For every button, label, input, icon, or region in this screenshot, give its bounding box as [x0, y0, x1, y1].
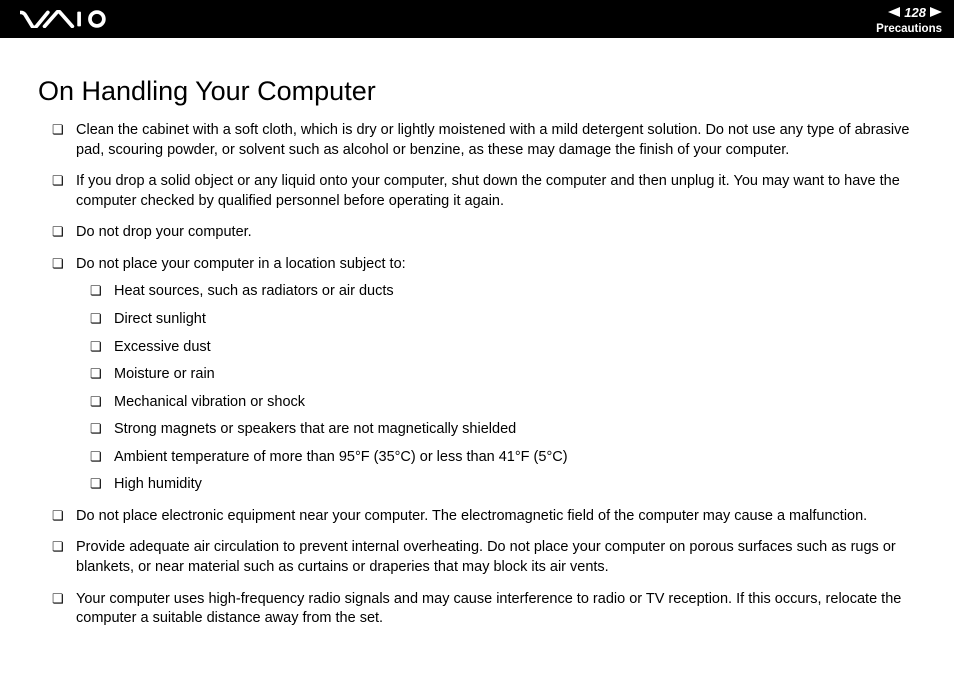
page-content: On Handling Your Computer Clean the cabi…	[0, 38, 954, 629]
sub-list-item: Excessive dust	[90, 338, 916, 358]
list-item-text: Do not drop your computer.	[76, 224, 252, 240]
sub-list-item: Direct sunlight	[90, 310, 916, 330]
list-item: Provide adequate air circulation to prev…	[52, 538, 916, 577]
list-item-text: Provide adequate air circulation to prev…	[76, 539, 896, 575]
sub-list-item: High humidity	[90, 475, 916, 495]
list-item: Do not drop your computer.	[52, 223, 916, 243]
list-item: Do not place your computer in a location…	[52, 255, 916, 495]
sub-list-item: Strong magnets or speakers that are not …	[90, 420, 916, 440]
sub-list-item: Mechanical vibration or shock	[90, 393, 916, 413]
page-nav: 128 Precautions	[876, 4, 942, 35]
list-item-text: Clean the cabinet with a soft cloth, whi…	[76, 122, 909, 158]
section-label: Precautions	[876, 23, 942, 35]
sub-list: Heat sources, such as radiators or air d…	[76, 282, 916, 495]
sub-list-item: Heat sources, such as radiators or air d…	[90, 282, 916, 302]
list-item: Do not place electronic equipment near y…	[52, 507, 916, 527]
next-page-icon[interactable]	[930, 4, 942, 22]
bullet-list: Clean the cabinet with a soft cloth, whi…	[38, 121, 916, 629]
page-number: 128	[904, 5, 926, 20]
list-item-text: Do not place electronic equipment near y…	[76, 508, 867, 524]
list-item: If you drop a solid object or any liquid…	[52, 172, 916, 211]
list-item-text: If you drop a solid object or any liquid…	[76, 173, 900, 209]
page-header: 128 Precautions	[0, 0, 954, 38]
sub-list-item: Ambient temperature of more than 95°F (3…	[90, 448, 916, 468]
prev-page-icon[interactable]	[888, 4, 900, 22]
list-item: Your computer uses high-frequency radio …	[52, 590, 916, 629]
list-item-text: Your computer uses high-frequency radio …	[76, 591, 901, 627]
list-item: Clean the cabinet with a soft cloth, whi…	[52, 121, 916, 160]
page-title: On Handling Your Computer	[38, 76, 916, 107]
vaio-logo	[20, 10, 110, 28]
sub-list-item: Moisture or rain	[90, 365, 916, 385]
list-item-text: Do not place your computer in a location…	[76, 256, 406, 272]
